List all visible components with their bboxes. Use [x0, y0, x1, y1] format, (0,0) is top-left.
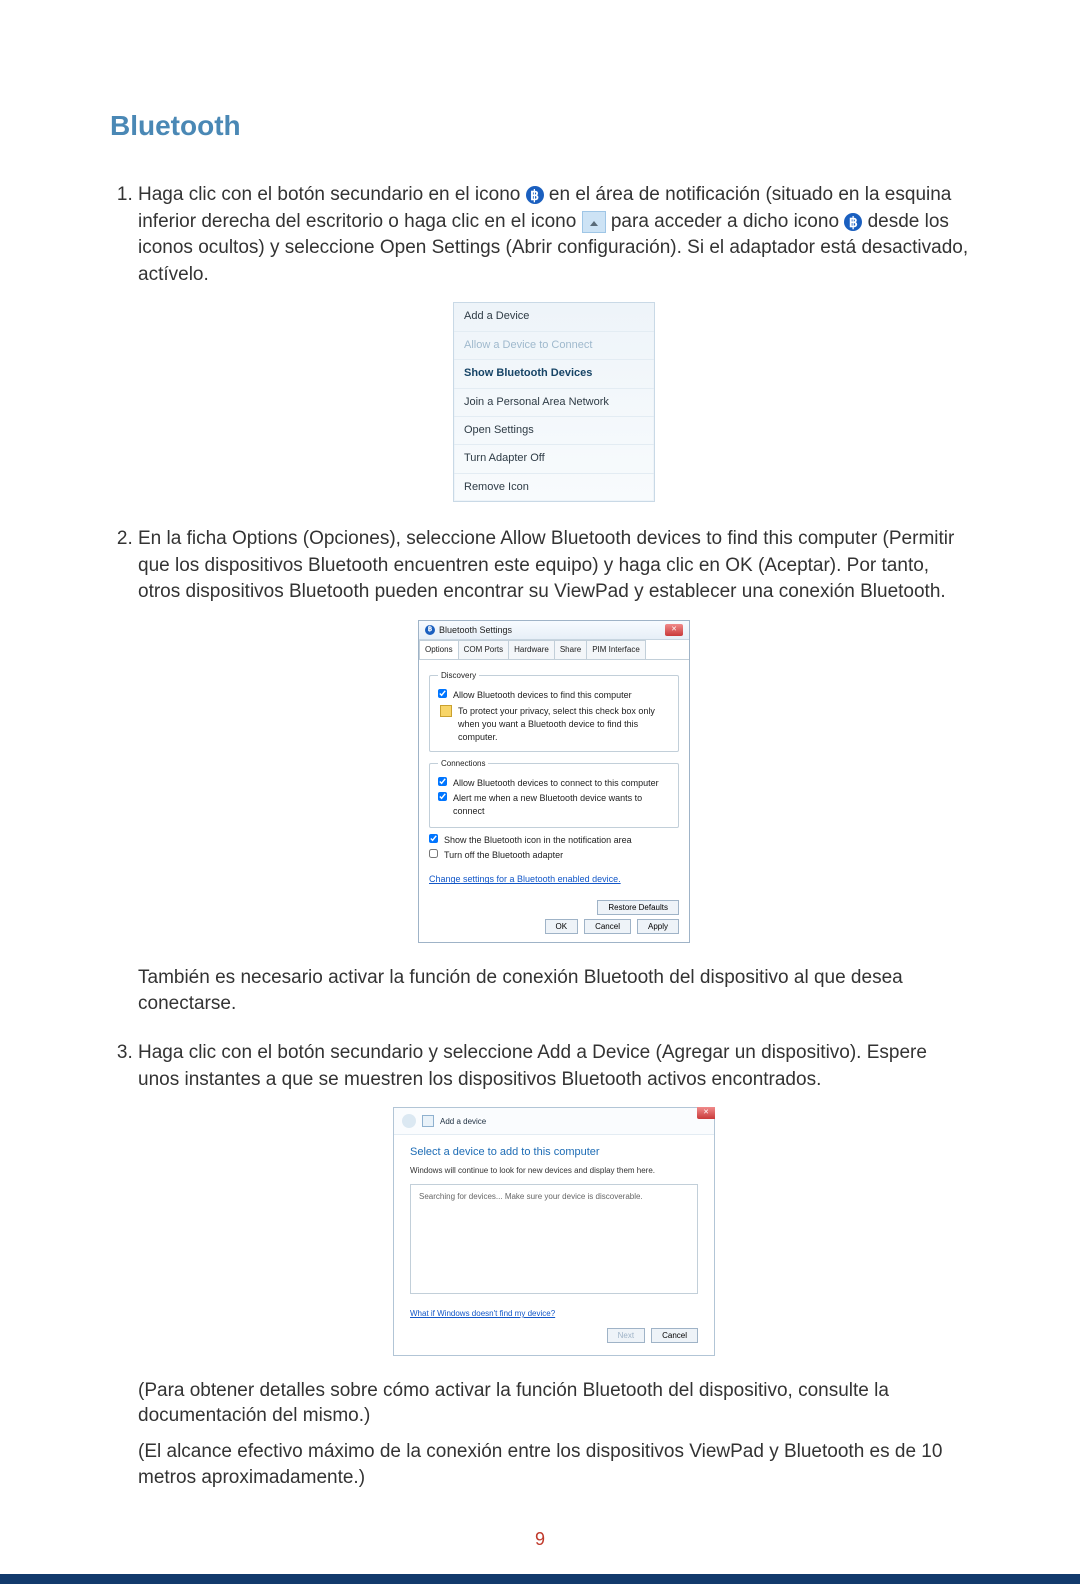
tab-com-ports[interactable]: COM Ports [458, 640, 510, 658]
context-menu-item[interactable]: Allow a Device to Connect [454, 332, 654, 360]
footer-bar [0, 1574, 1080, 1584]
discovery-legend: Discovery [438, 670, 479, 681]
warning-text: To protect your privacy, select this che… [458, 705, 670, 743]
tray-arrow-icon [582, 211, 606, 233]
chk-show-icon[interactable] [429, 834, 438, 843]
add-device-sub: Windows will continue to look for new de… [410, 1165, 698, 1176]
context-menu-item[interactable]: Join a Personal Area Network [454, 389, 654, 417]
bluetooth-icon: ฿ [844, 213, 862, 231]
dialog-title: Bluetooth Settings [439, 624, 512, 637]
context-menu-item[interactable]: Show Bluetooth Devices [454, 360, 654, 388]
next-button[interactable]: Next [607, 1328, 645, 1343]
add-device-heading: Select a device to add to this computer [410, 1145, 698, 1160]
bluetooth-settings-dialog: ฿ Bluetooth Settings ✕ OptionsCOM PortsH… [418, 620, 690, 943]
crumb-text: Add a device [440, 1116, 486, 1127]
apply-button[interactable]: Apply [637, 919, 679, 934]
help-link[interactable]: What if Windows doesn't find my device? [410, 1308, 555, 1319]
context-menu: Add a DeviceAllow a Device to ConnectSho… [453, 302, 655, 502]
close-button[interactable]: ✕ [665, 624, 683, 636]
tab-pim-interface[interactable]: PIM Interface [586, 640, 646, 658]
warning-icon [440, 705, 452, 717]
bluetooth-icon: ฿ [425, 625, 435, 635]
cancel-button[interactable]: Cancel [584, 919, 631, 934]
cancel-button[interactable]: Cancel [651, 1328, 698, 1343]
chk-connect-label: Allow Bluetooth devices to connect to th… [453, 777, 659, 790]
step-1-pre1: Haga clic con el botón secundario en el … [138, 184, 526, 205]
chk-connect[interactable] [438, 777, 447, 786]
step-3-note1: (Para obtener detalles sobre cómo activa… [138, 1378, 970, 1429]
step-3-note2: (El alcance efectivo máximo de la conexi… [138, 1439, 970, 1490]
chk-show-icon-label: Show the Bluetooth icon in the notificat… [444, 834, 632, 847]
step-2: En la ficha Options (Opciones), seleccio… [138, 526, 970, 1016]
chk-find[interactable] [438, 689, 447, 698]
tab-options[interactable]: Options [419, 640, 459, 658]
context-menu-item[interactable]: Open Settings [454, 417, 654, 445]
chk-find-label: Allow Bluetooth devices to find this com… [453, 689, 632, 702]
ok-button[interactable]: OK [545, 919, 579, 934]
context-menu-item[interactable]: Turn Adapter Off [454, 445, 654, 473]
context-menu-item[interactable]: Add a Device [454, 303, 654, 331]
tab-hardware[interactable]: Hardware [508, 640, 555, 658]
chk-alert[interactable] [438, 792, 447, 801]
step-3: Haga clic con el botón secundario y sele… [138, 1040, 970, 1490]
chk-alert-label: Alert me when a new Bluetooth device wan… [453, 792, 670, 817]
context-menu-item[interactable]: Remove Icon [454, 474, 654, 501]
chk-turn-off-label: Turn off the Bluetooth adapter [444, 849, 563, 862]
section-title: Bluetooth [110, 110, 970, 142]
device-list-panel: Searching for devices... Make sure your … [410, 1184, 698, 1294]
tab-share[interactable]: Share [554, 640, 587, 658]
bluetooth-icon: ฿ [526, 186, 544, 204]
step-1: Haga clic con el botón secundario en el … [138, 182, 970, 502]
page-number: 9 [0, 1529, 1080, 1550]
add-device-dialog: ✕ Add a device Select a device to add to… [393, 1107, 715, 1355]
device-icon [422, 1115, 434, 1127]
step-2-text: En la ficha Options (Opciones), seleccio… [138, 526, 970, 606]
connections-legend: Connections [438, 758, 488, 769]
change-settings-link[interactable]: Change settings for a Bluetooth enabled … [429, 873, 621, 886]
step-3-text: Haga clic con el botón secundario y sele… [138, 1040, 970, 1093]
back-icon[interactable] [402, 1114, 416, 1128]
chk-turn-off[interactable] [429, 849, 438, 858]
step-2-note: También es necesario activar la función … [138, 965, 970, 1016]
restore-defaults-button[interactable]: Restore Defaults [597, 900, 679, 915]
step-1-mid2: para acceder a dicho icono [611, 211, 844, 232]
close-button[interactable]: ✕ [697, 1107, 715, 1119]
searching-text: Searching for devices... Make sure your … [419, 1192, 643, 1201]
